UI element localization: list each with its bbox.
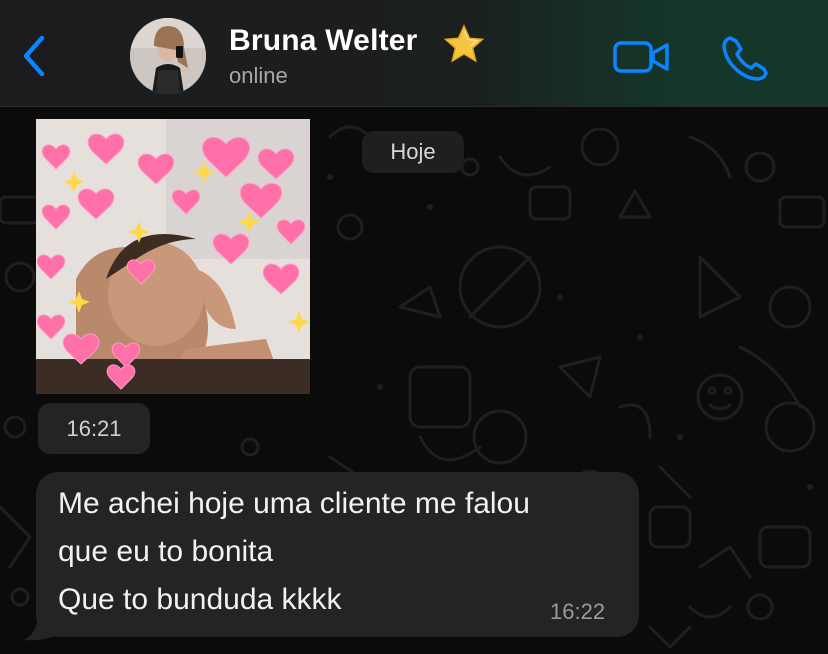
message-line: Me achei hoje uma cliente me falou xyxy=(58,487,530,520)
avatar[interactable] xyxy=(130,18,206,94)
chat-screen: Bruna Welter online Hoje 16:21 Me achei … xyxy=(0,0,828,654)
chevron-left-icon xyxy=(23,35,45,77)
back-button[interactable] xyxy=(18,34,52,78)
photo-with-hearts xyxy=(36,119,310,394)
text-message-time: 16:22 xyxy=(550,599,606,624)
avatar-photo xyxy=(130,18,206,94)
phone-icon xyxy=(722,36,768,81)
star-icon xyxy=(443,24,485,63)
video-camera-icon xyxy=(613,41,669,73)
date-separator: Hoje xyxy=(362,131,464,173)
voice-call-button[interactable] xyxy=(720,33,768,81)
contact-name[interactable]: Bruna Welter xyxy=(229,24,418,58)
message-line: Que to bunduda kkkk xyxy=(58,583,342,616)
contact-status: online xyxy=(229,63,288,88)
video-call-button[interactable] xyxy=(612,38,672,76)
message-line: que eu to bonita xyxy=(58,535,274,568)
image-message-time: 16:21 xyxy=(38,403,150,454)
chat-header: Bruna Welter online xyxy=(0,0,828,107)
image-message[interactable] xyxy=(36,119,310,394)
